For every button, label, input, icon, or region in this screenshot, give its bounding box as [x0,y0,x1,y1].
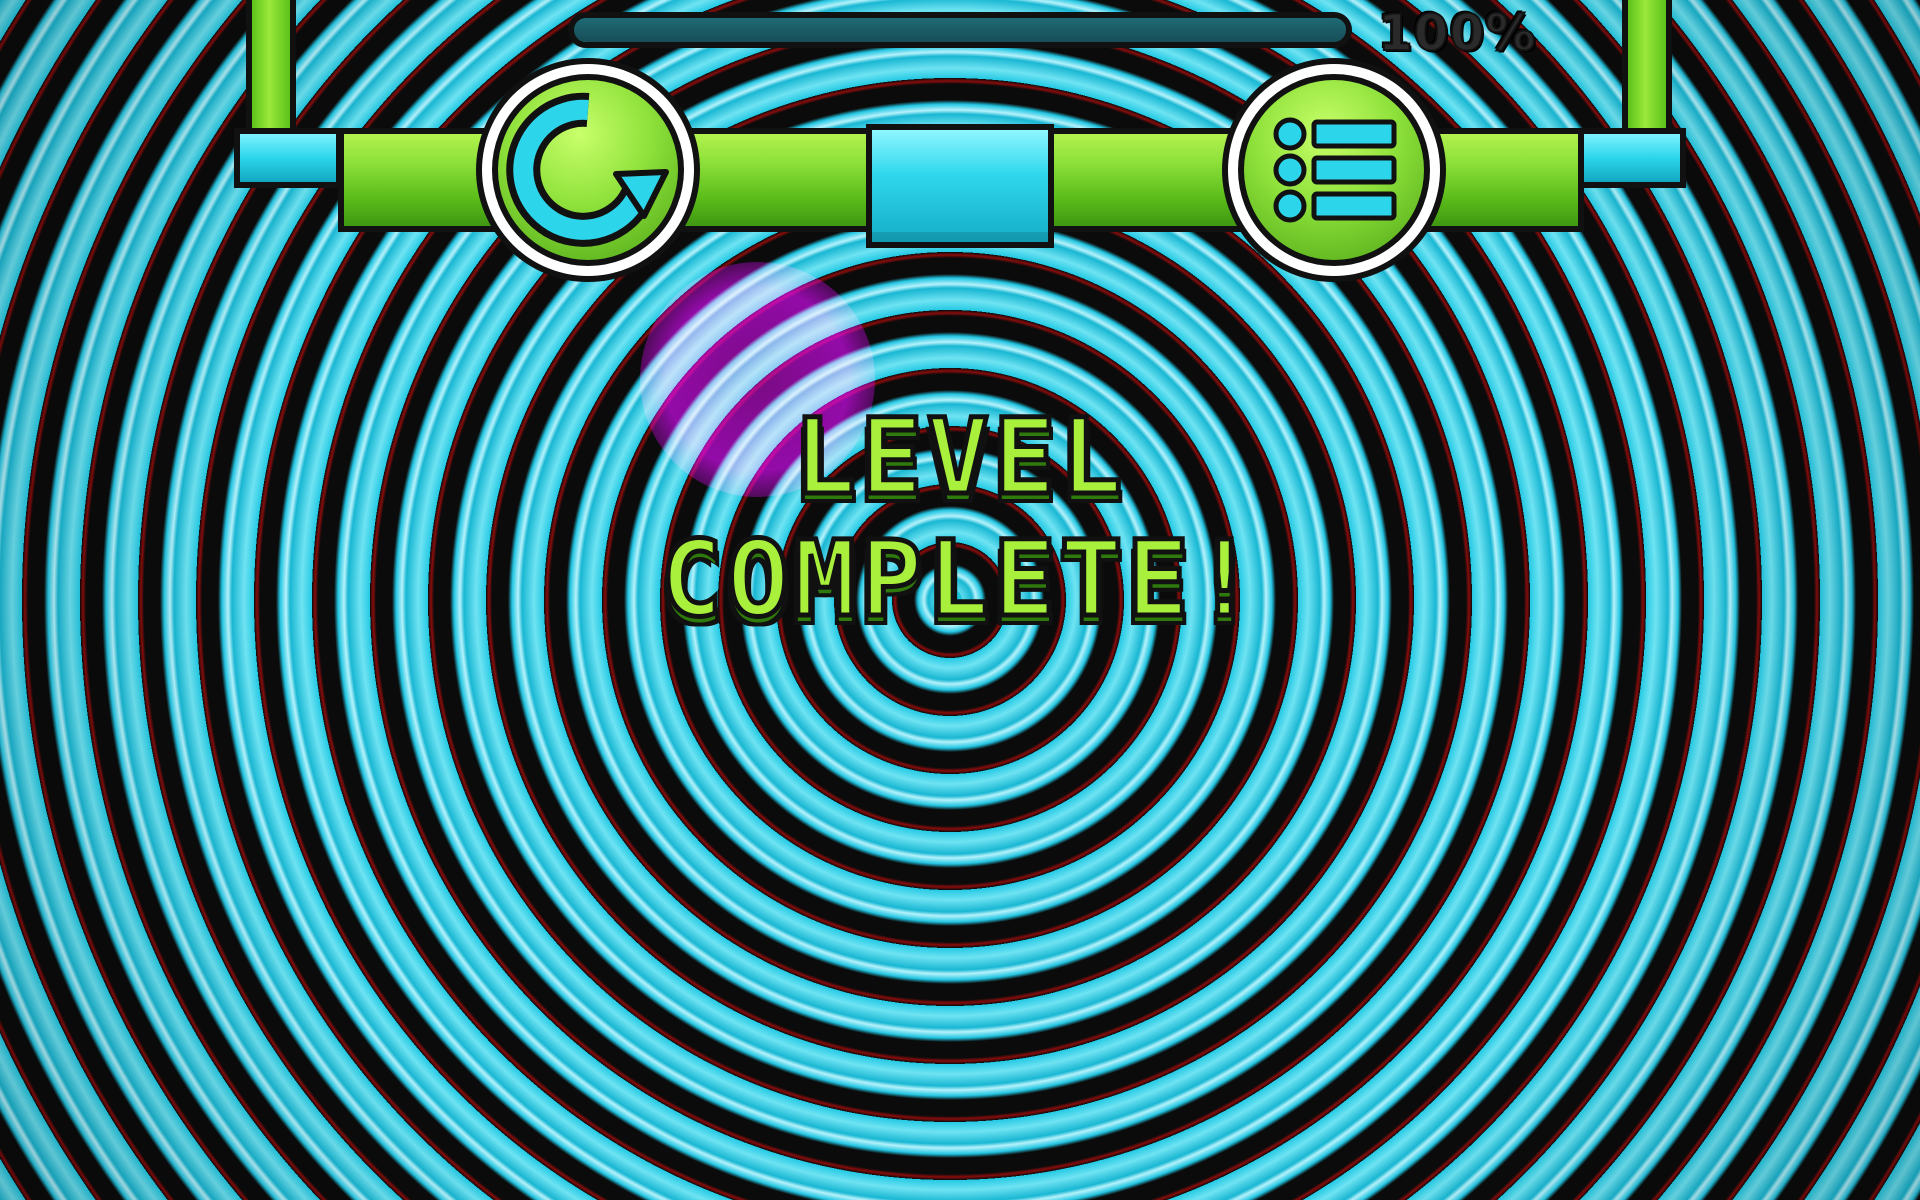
progress-fill [574,18,1346,42]
menu-button[interactable] [1228,64,1440,276]
retry-arrow-icon [506,92,669,247]
toolbar-cap-right [1578,128,1686,188]
retry-button[interactable] [482,64,694,276]
progress-bar [568,12,1352,48]
frame-post-right [1622,0,1672,138]
toolbar-center-block [866,124,1054,248]
progress-percent: 100% [1377,3,1537,63]
toolbar-cap-left [234,128,342,188]
frame-post-left [246,0,296,138]
level-complete-title: LEVEL COMPLETE! [658,394,1260,643]
list-menu-icon [1273,117,1397,223]
